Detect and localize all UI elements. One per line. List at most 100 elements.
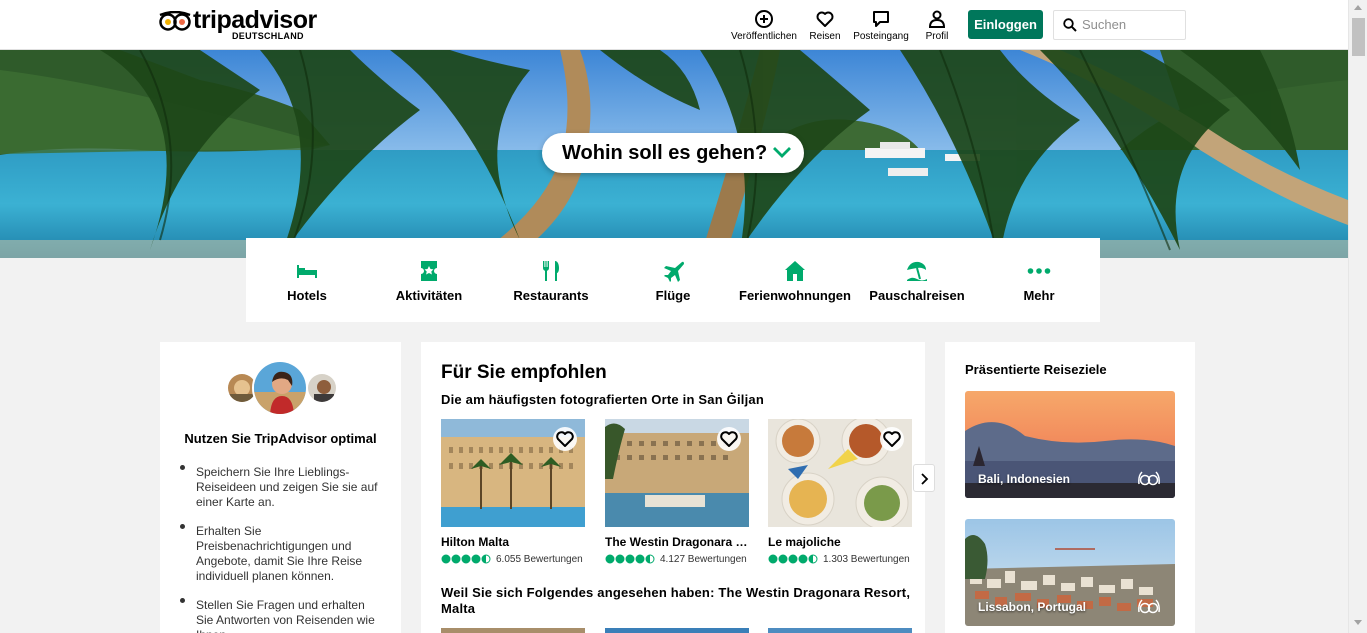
scroll-down-arrow-icon[interactable] (1354, 620, 1362, 625)
category-restaurants-label: Restaurants (513, 288, 589, 303)
place-photo (441, 419, 585, 527)
where-to-go-label: Wohin soll es gehen? (562, 142, 768, 164)
promo-card: Nutzen Sie TripAdvisor optimal Speichern… (160, 342, 401, 633)
category-flights[interactable]: Flüge (612, 238, 734, 322)
nav-inbox[interactable]: Posteingang (850, 9, 912, 43)
section-heading: Die am häufigsten fotografierten Orte in… (441, 392, 764, 407)
destination-tile[interactable]: Bali, Indonesien (965, 391, 1175, 498)
hero-banner: Wohin soll es gehen? (0, 50, 1348, 258)
section-heading: Weil Sie sich Folgendes angesehen haben:… (441, 585, 911, 616)
place-tile[interactable]: Le majoliche 1.303 Bewertungen (768, 419, 912, 565)
rating-bubbles-icon (441, 554, 491, 564)
where-to-go-button[interactable]: Wohin soll es gehen? (542, 133, 804, 173)
plane-icon (664, 261, 684, 282)
recommended-card: Für Sie empfohlen Die am häufigsten foto… (421, 342, 925, 633)
place-name: Le majoliche (768, 535, 841, 549)
chevron-right-icon (921, 473, 929, 485)
destination-label: Bali, Indonesien (978, 472, 1071, 486)
promo-bullet: Stellen Sie Fragen und erhalten Sie Antw… (180, 598, 380, 633)
category-more[interactable]: Mehr (978, 238, 1100, 322)
heart-icon (816, 11, 834, 27)
heart-icon (556, 431, 574, 447)
site-header: tripadvisor DEUTSCHLAND Veröffentlichen … (0, 0, 1348, 50)
tripadvisor-logo[interactable]: tripadvisor DEUTSCHLAND (159, 6, 319, 41)
category-hotels[interactable]: Hotels (246, 238, 368, 322)
category-bar: Hotels Aktivitäten Restaurants Flüge Fer… (246, 238, 1100, 322)
category-activities[interactable]: Aktivitäten (368, 238, 490, 322)
search-box[interactable] (1053, 10, 1186, 40)
recommended-title: Für Sie empfohlen (441, 362, 607, 383)
bed-icon (297, 265, 317, 278)
nav-profile[interactable]: Profil (920, 9, 954, 43)
search-input[interactable] (1082, 17, 1182, 32)
travelers-choice-icon (1138, 471, 1160, 486)
review-count: 1.303 Bewertungen (823, 554, 910, 565)
scroll-thumb[interactable] (1352, 18, 1365, 56)
chat-icon (873, 11, 889, 27)
place-tile[interactable]: Hilton Malta 6.055 Bewertungen (441, 419, 585, 565)
ticket-icon (421, 261, 437, 281)
heart-icon (720, 431, 738, 447)
nav-trips-label: Reisen (809, 31, 841, 42)
destination-tile[interactable]: Lissabon, Portugal (965, 519, 1175, 626)
promo-bullet-text: Stellen Sie Fragen und erhalten Sie Antw… (196, 598, 375, 633)
house-icon (785, 261, 805, 281)
place-photo-peek (441, 628, 585, 633)
travelers-choice-icon (1138, 599, 1160, 614)
plus-circle-icon (755, 10, 773, 28)
promo-title: Nutzen Sie TripAdvisor optimal (184, 431, 377, 446)
place-photo (768, 419, 912, 527)
nav-publish[interactable]: Veröffentlichen (729, 9, 799, 43)
save-heart-button[interactable] (717, 427, 741, 451)
scroll-up-arrow-icon[interactable] (1354, 5, 1362, 10)
place-name: The Westin Dragonara Resort, Malta (605, 535, 749, 549)
login-button[interactable]: Einloggen (968, 10, 1043, 39)
promo-bullet-text: Speichern Sie Ihre Lieblings-Reiseideen … (196, 465, 378, 509)
place-name: Hilton Malta (441, 535, 509, 549)
rating-bubbles-icon (768, 554, 818, 564)
place-rating: 1.303 Bewertungen (768, 554, 912, 565)
save-heart-button[interactable] (553, 427, 577, 451)
avatar (306, 372, 338, 404)
promo-bullet: Speichern Sie Ihre Lieblings-Reiseideen … (180, 465, 380, 510)
beach-umbrella-icon (907, 261, 927, 281)
category-vacation-rentals[interactable]: Ferienwohnungen (734, 238, 856, 322)
featured-destinations-card: Präsentierte Reiseziele Bali, Indonesien (945, 342, 1195, 633)
category-packages-label: Pauschalreisen (869, 288, 965, 303)
place-photo-peek (768, 628, 912, 633)
owl-logo-icon (159, 11, 191, 31)
nav-profile-label: Profil (925, 31, 949, 42)
avatar (252, 360, 308, 416)
place-photo-peek (605, 628, 749, 633)
destination-label: Lissabon, Portugal (978, 600, 1087, 614)
heart-icon (883, 431, 901, 447)
carousel-next-button[interactable] (913, 464, 935, 492)
promo-bullet: Erhalten Sie Preisbenachrichtigungen und… (180, 524, 380, 584)
review-count: 4.127 Bewertungen (660, 554, 747, 565)
rating-bubbles-icon (605, 554, 655, 564)
search-icon (1063, 18, 1077, 32)
category-flights-label: Flüge (655, 288, 691, 303)
place-rating: 4.127 Bewertungen (605, 554, 749, 565)
nav-trips[interactable]: Reisen (805, 9, 845, 43)
review-count: 6.055 Bewertungen (496, 554, 583, 565)
category-more-label: Mehr (1023, 288, 1055, 303)
more-dots-icon (1027, 268, 1051, 274)
category-hotels-label: Hotels (287, 288, 327, 303)
category-activities-label: Aktivitäten (395, 288, 463, 303)
page-scrollbar[interactable] (1348, 0, 1367, 633)
save-heart-button[interactable] (880, 427, 904, 451)
place-photo (605, 419, 749, 527)
category-restaurants[interactable]: Restaurants (490, 238, 612, 322)
person-icon (928, 10, 946, 28)
logo-country: DEUTSCHLAND (232, 31, 304, 41)
fork-knife-icon (543, 261, 559, 281)
nav-inbox-label: Posteingang (853, 31, 909, 42)
category-packages[interactable]: Pauschalreisen (856, 238, 978, 322)
category-vacation-rentals-label: Ferienwohnungen (739, 288, 851, 303)
featured-title: Präsentierte Reiseziele (965, 362, 1107, 377)
avatar-group (226, 360, 338, 416)
chevron-down-icon (773, 147, 791, 158)
place-tile[interactable]: The Westin Dragonara Resort, Malta 4.127… (605, 419, 749, 565)
promo-bullet-text: Erhalten Sie Preisbenachrichtigungen und… (196, 524, 363, 583)
